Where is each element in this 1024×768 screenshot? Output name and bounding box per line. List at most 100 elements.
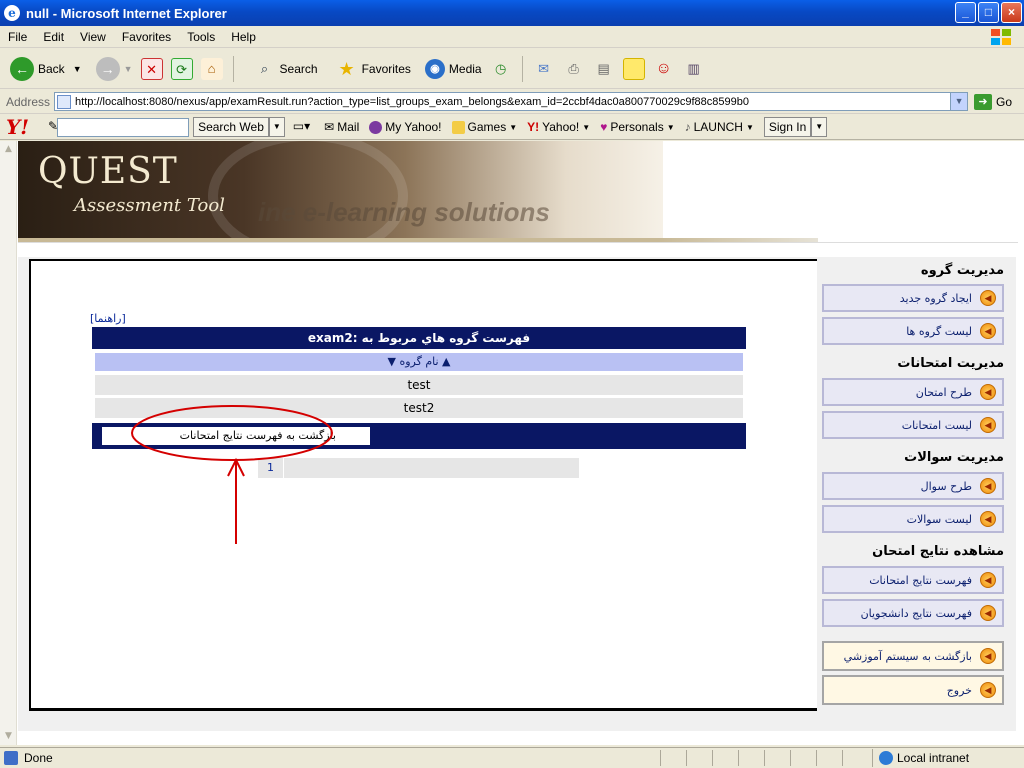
arrow-left-icon: ◀ [980,605,996,621]
yahoo-games[interactable]: Games ▼ [451,120,517,134]
sidebar-item-back-to-edu-system[interactable]: بازگشت به سيستم آموزشي ◀ [822,641,1004,671]
windows-flag-icon [986,28,1016,48]
go-label: Go [996,94,1013,109]
yahoo-personals[interactable]: ♥ Personals ▼ [600,120,674,134]
menu-edit[interactable]: Edit [35,30,72,44]
yahoo-sign-in-button[interactable]: Sign In [763,117,812,137]
sidebar-item-label: طرح سوال [920,479,972,493]
pencil-icon[interactable]: ✎ [48,119,58,133]
sidebar-item-student-results[interactable]: فهرست نتايج دانشجويان ◀ [822,599,1004,627]
sidebar-item-exam-list[interactable]: ليست امتحانات ◀ [822,411,1004,439]
yahoo-launch[interactable]: ♪ LAUNCH ▼ [685,120,754,134]
arrow-left-icon: ◀ [980,290,996,306]
favorites-button[interactable]: ★ Favorites [328,56,415,82]
back-dropdown-icon[interactable]: ▼ [73,64,82,74]
groups-table-title: فهرست گروه هاي مربوط به :exam2 [92,327,746,349]
intranet-globe-icon [879,751,893,765]
address-dropdown-icon[interactable]: ▼ [950,93,968,110]
sort-asc-icon[interactable]: ▲ [442,355,450,368]
sidebar-section-exams: مديريت امتحانات [897,356,1004,371]
mail-icon[interactable]: ✉ [533,58,555,80]
sidebar-item-new-group[interactable]: ايجاد گروه جديد ◀ [822,284,1004,312]
address-url: http://localhost:8080/nexus/app/examResu… [75,95,749,108]
go-button[interactable]: ➜ Go [974,93,1013,110]
sidebar-item-design-question[interactable]: طرح سوال ◀ [822,472,1004,500]
menu-file[interactable]: File [0,30,35,44]
search-dropdown-icon[interactable]: ▼ [268,117,285,137]
menu-favorites[interactable]: Favorites [114,30,179,44]
home-icon[interactable]: ⌂ [200,57,223,80]
forward-dropdown-icon[interactable]: ▼ [124,64,133,74]
menu-tools[interactable]: Tools [179,30,223,44]
scroll-up-icon[interactable]: ▲ [0,141,17,158]
launch-dropdown-icon[interactable]: ▼ [746,123,754,132]
sidebar-item-label: ليست گروه ها [906,324,972,338]
security-zone: Local intranet [872,749,1024,767]
address-label: Address [6,94,51,109]
maximize-button[interactable]: □ [978,2,999,23]
arrow-left-icon: ◀ [980,323,996,339]
vertical-scrollbar[interactable]: ▲ ▼ [0,141,17,745]
personals-dropdown-icon[interactable]: ▼ [667,123,675,132]
personals-label: Personals [610,120,664,134]
search-button[interactable]: ⌕ Search [246,56,322,82]
menu-view[interactable]: View [72,30,114,44]
edit-icon[interactable]: ▤ [593,58,615,80]
toolbar-separator [521,55,523,82]
sidebar-item-design-exam[interactable]: طرح امتحان ◀ [822,378,1004,406]
sort-desc-icon[interactable]: ▼ [387,355,395,368]
sidebar-section-results: مشاهده نتايج امتحان [872,544,1004,559]
yahoo-dropdown-icon[interactable]: ▼ [582,123,590,132]
yahoo-search-button[interactable]: Search Web [193,117,269,137]
menu-help[interactable]: Help [223,30,264,44]
address-input[interactable]: http://localhost:8080/nexus/app/examResu… [54,92,969,111]
yahoo-messenger-icon[interactable]: ☺ [653,58,675,80]
games-icon [451,120,465,134]
yahoo-yahoo[interactable]: Y! Yahoo! ▼ [527,120,590,134]
stop-icon[interactable]: ✕ [140,57,163,80]
back-label: Back [38,61,65,76]
scroll-down-icon[interactable]: ▼ [0,728,17,745]
sidebar-item-logout[interactable]: خروج ◀ [822,675,1004,705]
page-icon [57,94,72,109]
yahoo-search-input[interactable] [57,117,190,137]
yahoo-logo[interactable]: Y! [6,115,29,139]
forward-button[interactable]: → ▼ [92,55,137,83]
close-button[interactable]: × [1001,2,1022,23]
my-yahoo-label: My Yahoo! [385,120,442,134]
banner-subtitle: Assessment Tool [74,195,225,216]
banner-divider [18,242,1018,243]
status-cell [764,750,790,766]
go-arrow-icon: ➜ [974,93,993,110]
page-number-link[interactable]: 1 [258,458,284,478]
help-link[interactable]: [راهنما] [90,312,126,325]
highlight-icon[interactable]: ▭▾ [289,117,314,137]
games-dropdown-icon[interactable]: ▼ [509,123,517,132]
sidebar-section-questions: مديريت سوالات [904,450,1004,465]
favorites-label: Favorites [361,61,411,76]
research-icon[interactable]: ▥ [683,58,705,80]
games-label: Games [467,120,507,134]
yahoo-my-yahoo[interactable]: My Yahoo! [369,120,442,134]
refresh-icon[interactable]: ⟳ [170,57,193,80]
column-header-group-name[interactable]: ▼ نام گروه ▲ [95,353,743,371]
yahoo-mail[interactable]: ✉ Mail [324,120,359,134]
sidebar-item-exam-results[interactable]: فهرست نتايج امتحانات ◀ [822,566,1004,594]
back-arrow-icon: ← [10,56,34,81]
sidebar-item-group-list[interactable]: ليست گروه ها ◀ [822,317,1004,345]
minimize-button[interactable]: _ [955,2,976,23]
back-to-exam-results-button[interactable]: بازگشت به فهرست نتايج امتحانات [102,427,370,445]
banner-title: QUEST [38,151,178,192]
sign-in-dropdown-icon[interactable]: ▼ [811,117,828,137]
print-icon[interactable]: ⎙ [563,58,585,80]
yahoo-toolbar: Y! ✎ Search Web ▼ ▭▾ ✉ Mail My Yahoo! Gam… [0,115,1024,140]
notes-icon[interactable] [622,57,645,80]
media-button[interactable]: ◉ Media [421,57,486,81]
launch-label: LAUNCH [693,120,743,134]
table-row: test [95,375,743,395]
back-button[interactable]: ← Back ▼ [6,55,86,83]
search-label: Search [279,61,318,76]
sidebar-item-question-list[interactable]: ليست سوالات ◀ [822,505,1004,533]
history-icon[interactable]: ◷ [490,58,512,80]
personals-heart-icon: ♥ [600,120,608,134]
